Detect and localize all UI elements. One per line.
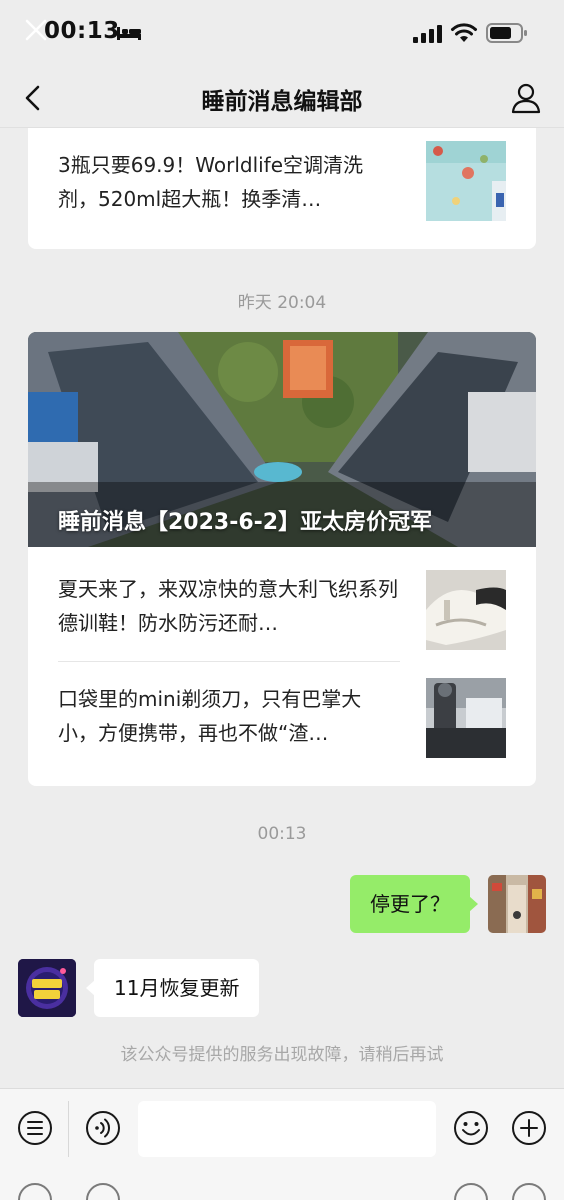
service-error-notice: 该公众号提供的服务出现故障，请稍后再试 xyxy=(120,1045,444,1065)
hero-title: 睡前消息【2023-6-2】亚太房价冠军 xyxy=(58,510,433,535)
received-message-bubble[interactable]: 11月恢复更新 xyxy=(85,959,260,1017)
plus-icon[interactable] xyxy=(510,1109,548,1147)
emoji-icon[interactable] xyxy=(452,1109,490,1147)
user-avatar[interactable] xyxy=(488,875,546,933)
article-thumbnail xyxy=(426,570,506,650)
status-time: 00:13 xyxy=(44,18,120,44)
timestamp: 00:13 xyxy=(257,824,307,844)
nav-bar: 睡前消息编辑部 xyxy=(0,68,564,128)
article-card[interactable]: 睡前消息【2023-6-2】亚太房价冠军 夏天来了，来双凉快的意大利飞织系列德训… xyxy=(28,332,536,786)
menu-toggle-icon[interactable] xyxy=(16,1109,54,1147)
page-title: 睡前消息编辑部 xyxy=(201,89,363,115)
article-thumbnail xyxy=(426,678,506,758)
article-row[interactable]: 3瓶只要69.9！Worldlife空调清洗剂，520ml超大瓶！换季清… xyxy=(28,134,536,246)
voice-input-icon[interactable] xyxy=(84,1109,122,1147)
hero-image[interactable]: 睡前消息【2023-6-2】亚太房价冠军 xyxy=(28,332,536,547)
message-input[interactable] xyxy=(138,1101,436,1157)
sent-message-bubble[interactable]: 停更了？ xyxy=(350,875,478,933)
article-title: 口袋里的mini剃须刀，只有巴掌大小，方便携带，再也不做“渣… xyxy=(58,687,362,745)
account-avatar[interactable] xyxy=(18,959,76,1017)
profile-icon[interactable] xyxy=(508,80,544,116)
status-bar: 00:13 xyxy=(0,0,564,68)
battery-icon xyxy=(486,23,527,43)
cropped-toolbar-artifact xyxy=(0,1180,564,1200)
article-title: 3瓶只要69.9！Worldlife空调清洗剂，520ml超大瓶！换季清… xyxy=(58,153,364,211)
divider xyxy=(68,1101,69,1157)
article-row[interactable]: 夏天来了，来双凉快的意大利飞织系列德训鞋！防水防污还耐… xyxy=(28,554,536,666)
sleep-focus-icon xyxy=(117,27,141,40)
article-card-previous[interactable]: 3瓶只要69.9！Worldlife空调清洗剂，520ml超大瓶！换季清… xyxy=(28,128,536,249)
article-title: 夏天来了，来双凉快的意大利飞织系列德训鞋！防水防污还耐… xyxy=(58,577,398,635)
article-thumbnail xyxy=(426,141,506,221)
timestamp: 昨天 20:04 xyxy=(237,293,327,313)
cellular-signal-icon xyxy=(413,25,442,43)
article-row[interactable]: 口袋里的mini剃须刀，只有巴掌大小，方便携带，再也不做“渣… xyxy=(28,662,536,774)
wifi-icon xyxy=(451,23,477,42)
